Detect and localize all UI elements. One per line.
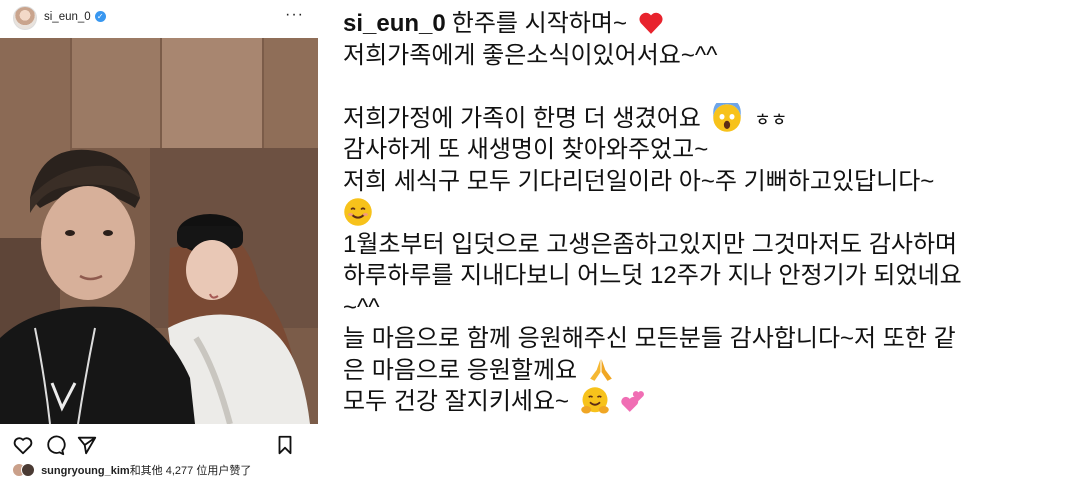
heart-icon[interactable] — [12, 434, 34, 456]
instagram-post: si_eun_0 ✓ ··· sungryoung_kim和其他 4,277 位… — [0, 0, 318, 485]
likes-suffix: 赞了 — [229, 465, 252, 477]
likes-count[interactable]: 和其他 4,277 位用户 — [130, 465, 230, 477]
caption-line-9: 하루하루를 지내다보니 어느덧 12주가 지나 안정기가 되었네요 — [343, 262, 962, 289]
caption-line-4: 저희가정에 가족이 한명 더 생겼어요 ㅎㅎ — [343, 102, 1068, 135]
caption-line-5: 감사하게 또 새생명이 찾아와주었고~ — [343, 136, 709, 163]
caption-line-2: 저희가족에게 좋은소식이있어서요~^^ — [343, 41, 718, 69]
caption-line-6: 저희 세식구 모두 기다리던일이라 아~주 기뻐하고있답니다~ — [343, 167, 935, 195]
caption-line-7 — [343, 197, 1068, 229]
caption-text: 한주를 시작하며~ — [451, 10, 627, 37]
caption-line-1: si_eun_0 한주를 시작하며~ — [343, 8, 1068, 40]
likes-user-link[interactable]: sungryoung_kim — [41, 465, 130, 477]
caption-username[interactable]: si_eun_0 — [343, 10, 446, 37]
caption-line-13: 모두 건강 잘지키세요~ — [343, 386, 1068, 418]
avatar[interactable] — [13, 6, 37, 30]
more-options-icon[interactable]: ··· — [285, 6, 304, 24]
red-heart-emoji — [639, 12, 663, 34]
caption-text: 모두 건강 잘지키세요~ — [343, 388, 570, 415]
caption-text: 은 마음으로 응원할께요 — [343, 356, 578, 384]
hugging-face-emoji — [581, 387, 609, 414]
caption-text: 저희가정에 가족이 한명 더 생겼어요 — [343, 104, 701, 132]
post-username-text[interactable]: si_eun_0 — [44, 11, 91, 23]
likes-text: sungryoung_kim和其他 4,277 位用户赞了 — [41, 465, 251, 477]
praying-hands-emoji — [589, 358, 612, 381]
caption-line-8: 1월초부터 입덧으로 고생은좀하고있지만 그것마저도 감사하며 — [343, 230, 958, 258]
photo-illustration — [0, 38, 318, 424]
caption-hh: ㅎㅎ — [754, 109, 788, 130]
post-caption: si_eun_0 한주를 시작하며~ 저희가족에게 좋은소식이있어서요~^^ 저희… — [343, 8, 1068, 418]
caption-line-10: ~^^ — [343, 293, 380, 321]
post-header: si_eun_0 ✓ ··· — [0, 0, 318, 36]
scream-emoji — [712, 102, 741, 132]
post-username[interactable]: si_eun_0 ✓ — [44, 11, 106, 23]
smile-emoji — [344, 198, 372, 226]
likes-line: sungryoung_kim和其他 4,277 位用户赞了 — [12, 462, 251, 480]
post-photo[interactable] — [0, 38, 318, 424]
post-actions — [0, 428, 318, 458]
liker-avatars — [12, 463, 36, 477]
verified-badge-icon: ✓ — [94, 11, 106, 22]
two-hearts-emoji — [621, 391, 645, 412]
share-icon[interactable] — [76, 434, 98, 456]
liker-avatar — [21, 463, 35, 477]
comment-icon[interactable] — [44, 434, 66, 456]
bookmark-icon[interactable] — [274, 434, 296, 456]
caption-line-11: 늘 마음으로 함께 응원해주신 모든분들 감사합니다~저 또한 같 — [343, 325, 956, 352]
caption-line-12: 은 마음으로 응원할께요 — [343, 355, 1068, 387]
